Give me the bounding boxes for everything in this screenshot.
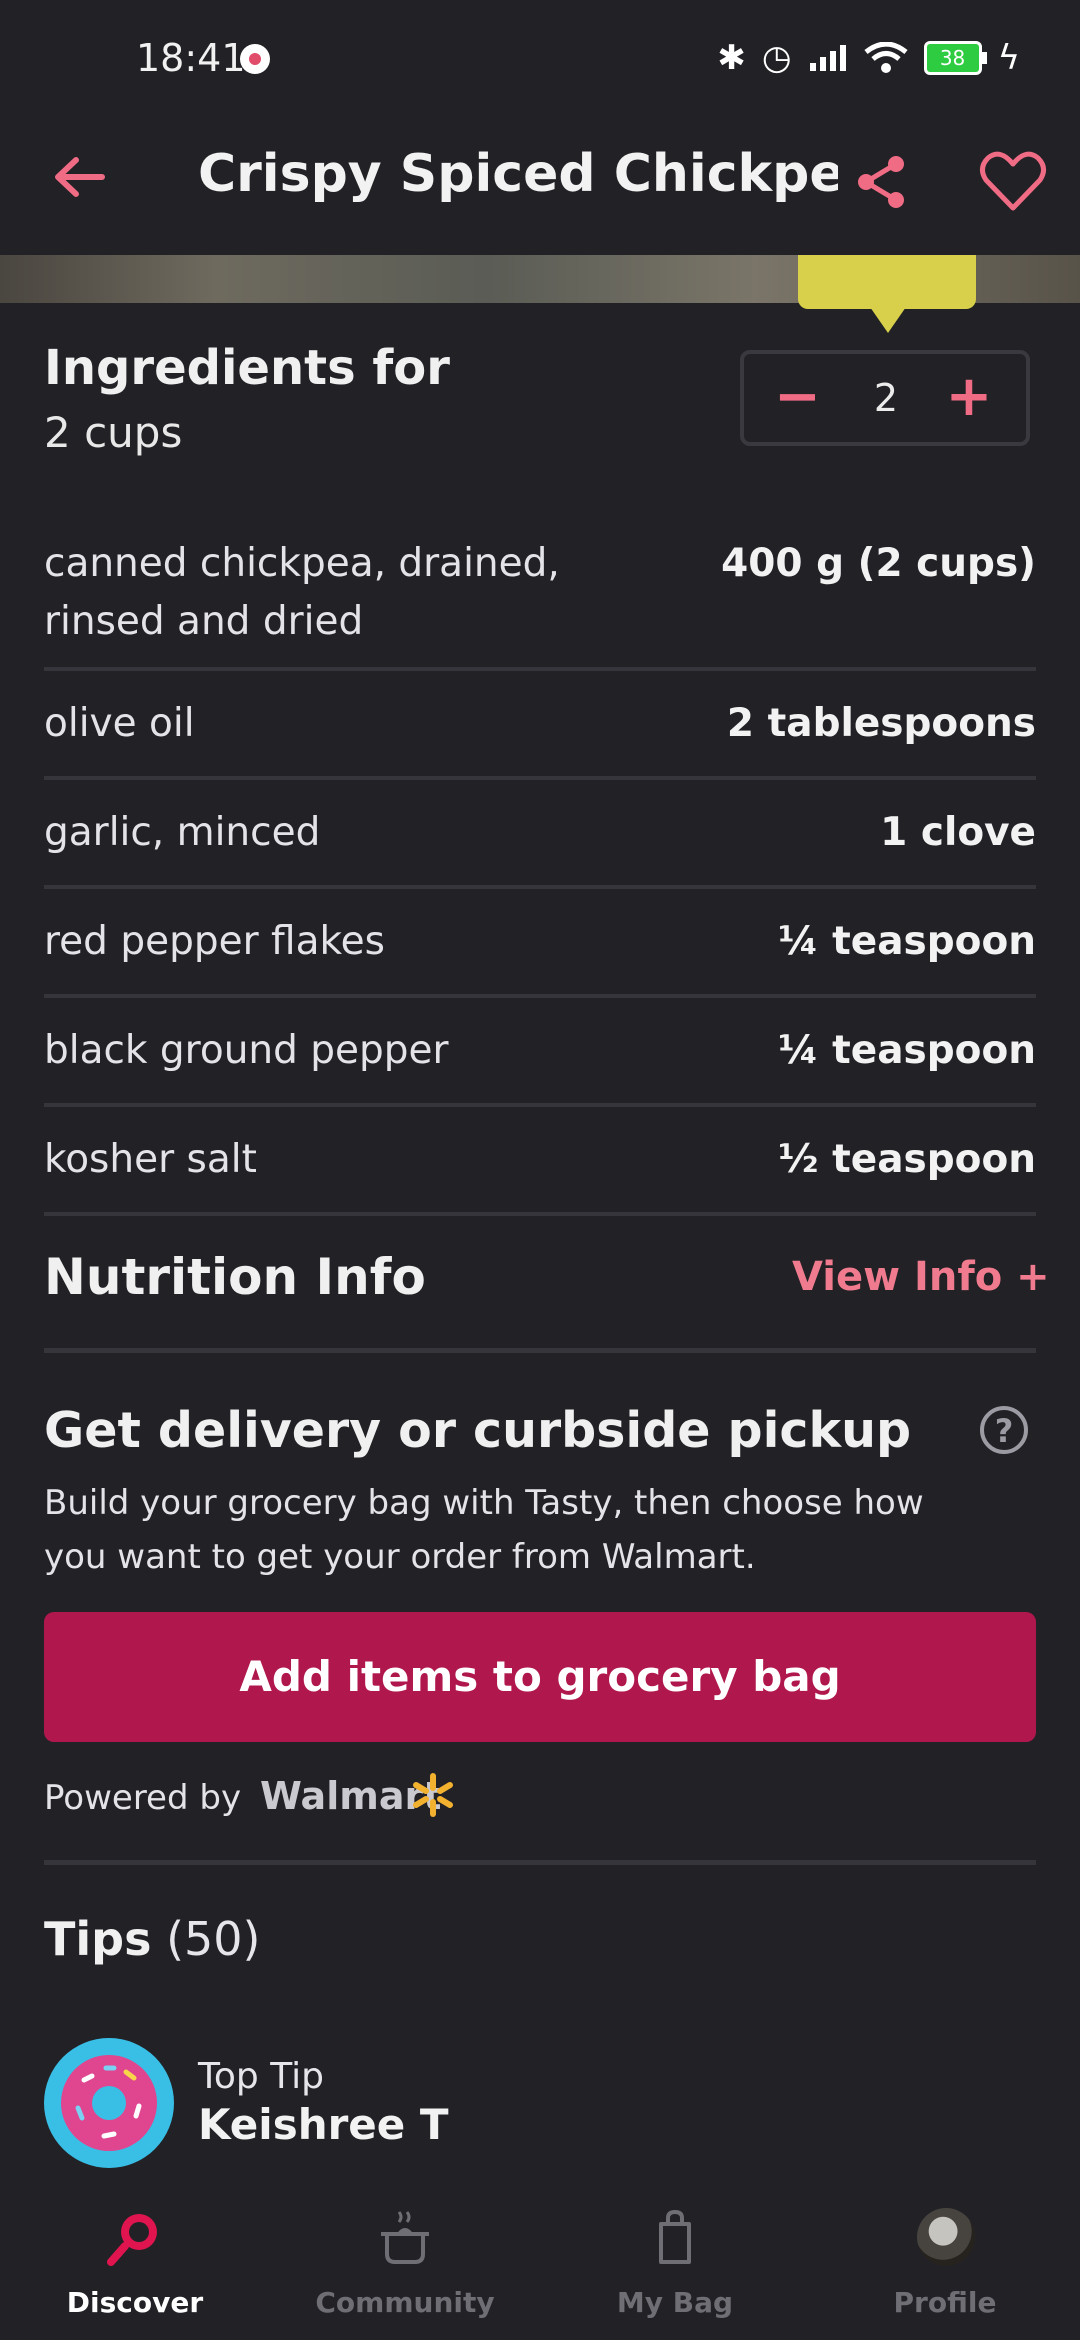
status-bar: 18:41 ✱ ◷ 38 ϟ: [0, 0, 1080, 125]
favorite-heart-icon[interactable]: [978, 148, 1048, 218]
ingredient-name: olive oil: [44, 701, 195, 746]
ingredient-row: garlic, minced 1 clove: [44, 780, 1036, 889]
tips-heading: Tips (50): [44, 1912, 261, 1966]
signal-icon: [809, 45, 846, 71]
ingredient-name: canned chickpea, drained, rinsed and dri…: [44, 541, 560, 644]
community-pot-icon: [381, 2211, 429, 2264]
section-divider: [44, 1860, 1036, 1865]
status-icons: ✱ ◷ 38 ϟ: [717, 38, 1020, 78]
ingredient-amount: ¼ teaspoon: [778, 1028, 1036, 1073]
wifi-icon: [864, 42, 908, 73]
charging-icon: ϟ: [997, 38, 1020, 78]
nav-profile[interactable]: Profile: [810, 2180, 1080, 2340]
ingredient-name: garlic, minced: [44, 810, 321, 855]
nav-my-bag-label: My Bag: [616, 2286, 734, 2319]
notification-icon: [240, 44, 270, 74]
ingredient-name: red pepper flakes: [44, 919, 385, 964]
ingredient-amount: 1 clove: [880, 810, 1036, 855]
shopping-bag-icon: [659, 2209, 691, 2264]
nav-community-label: Community: [315, 2286, 495, 2319]
help-icon[interactable]: ?: [980, 1406, 1028, 1454]
status-time: 18:41: [136, 36, 246, 80]
walmart-spark-icon: [413, 1773, 453, 1817]
tips-count: (50): [166, 1912, 261, 1966]
servings-stepper: − 2 +: [740, 350, 1030, 446]
recipe-title: Crispy Spiced Chickpe...: [198, 144, 838, 204]
decrease-servings-button[interactable]: −: [774, 369, 821, 425]
section-divider: [44, 1348, 1036, 1353]
tip-author-avatar[interactable]: [44, 2038, 174, 2168]
nav-discover-label: Discover: [66, 2286, 204, 2319]
back-arrow-icon[interactable]: [50, 152, 110, 202]
increase-servings-button[interactable]: +: [944, 369, 994, 425]
add-to-grocery-bag-button[interactable]: Add items to grocery bag: [44, 1612, 1036, 1742]
nutrition-heading: Nutrition Info: [44, 1248, 426, 1306]
ingredient-row: canned chickpea, drained, rinsed and dri…: [44, 527, 1036, 671]
top-tip-label: Top Tip: [198, 2056, 324, 2097]
nav-community[interactable]: Community: [270, 2180, 540, 2340]
discover-magnifier-icon: [107, 2214, 157, 2266]
alarm-icon: ◷: [761, 38, 792, 78]
nav-discover[interactable]: Discover: [0, 2180, 270, 2340]
share-icon[interactable]: [850, 150, 914, 214]
ingredient-amount: 400 g (2 cups): [721, 541, 1036, 586]
tip-author-name: Keishree T: [198, 2100, 449, 2149]
delivery-heading: Get delivery or curbside pickup: [44, 1402, 912, 1459]
ingredient-amount: ½ teaspoon: [778, 1137, 1036, 1182]
delivery-description: Build your grocery bag with Tasty, then …: [44, 1483, 924, 1577]
powered-by-label: Powered by: [44, 1778, 242, 1818]
nav-my-bag[interactable]: My Bag: [540, 2180, 810, 2340]
tips-label: Tips: [44, 1912, 152, 1966]
ingredient-name: kosher salt: [44, 1137, 257, 1182]
donut-icon: [61, 2055, 157, 2151]
tooltip-pointer: [798, 255, 976, 333]
ingredients-yield: 2 cups: [44, 408, 183, 457]
servings-value: 2: [873, 376, 899, 420]
ingredient-row: kosher salt ½ teaspoon: [44, 1107, 1036, 1216]
ingredient-name: black ground pepper: [44, 1028, 449, 1073]
bottom-navigation: Discover Community My Bag Profile: [0, 2180, 1080, 2340]
view-nutrition-info-link[interactable]: View Info +: [792, 1254, 1050, 1300]
ingredient-row: red pepper flakes ¼ teaspoon: [44, 889, 1036, 998]
ingredient-amount: 2 tablespoons: [726, 701, 1036, 746]
profile-avatar: [917, 2208, 975, 2266]
ingredient-amount: ¼ teaspoon: [778, 919, 1036, 964]
ingredient-row: olive oil 2 tablespoons: [44, 671, 1036, 780]
nav-profile-label: Profile: [893, 2286, 997, 2319]
ingredient-row: black ground pepper ¼ teaspoon: [44, 998, 1036, 1107]
bluetooth-icon: ✱: [717, 38, 746, 78]
battery-icon: 38: [923, 41, 987, 75]
ingredients-heading: Ingredients for: [44, 340, 450, 396]
